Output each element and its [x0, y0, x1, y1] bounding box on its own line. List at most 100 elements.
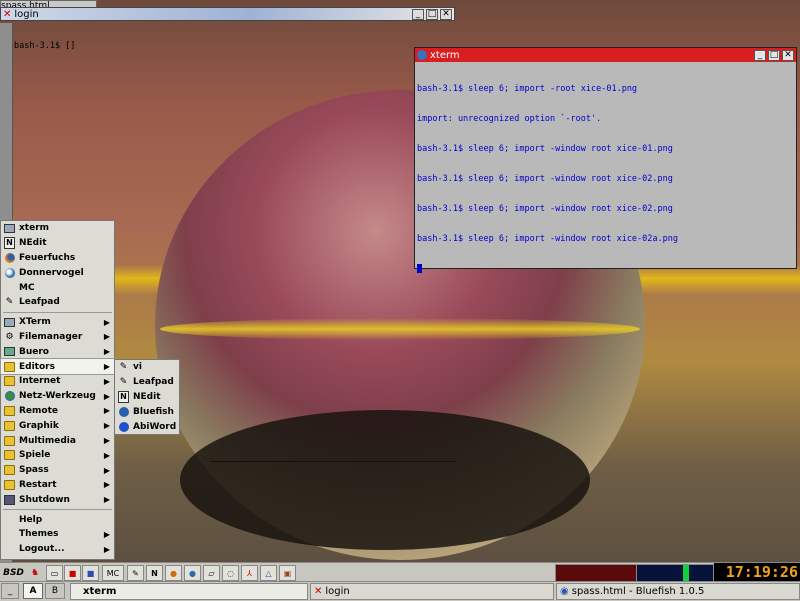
menu-item-logout[interactable]: Logout... ▶: [1, 542, 114, 557]
maximize-button[interactable]: □: [426, 8, 438, 20]
filemanager-icon[interactable]: ▱: [203, 565, 220, 581]
menu-item-label: Restart: [19, 479, 57, 490]
bluefish-icon: ◉: [560, 586, 569, 597]
task-xterm[interactable]: xterm: [70, 583, 308, 600]
folder-icon: [4, 465, 15, 476]
nedit-icon[interactable]: N: [146, 565, 163, 581]
task-login[interactable]: ✕ login: [310, 583, 554, 600]
menu-item-leafpad[interactable]: ✎ Leafpad: [1, 295, 114, 310]
terminal-line: bash-3.1$ sleep 6; import -window root x…: [417, 234, 678, 244]
nedit-icon: N: [4, 237, 15, 250]
submenu-arrow-icon: ▶: [103, 332, 110, 342]
menu-item-donnervogel[interactable]: Donnervogel: [1, 265, 114, 280]
login-titlebar[interactable]: ✕ login _ □ ✕: [0, 7, 455, 21]
menu-item-xterm[interactable]: XTerm ▶: [1, 315, 114, 330]
filemanager-icon: ⚙: [5, 331, 14, 342]
clock[interactable]: 17:19:26: [714, 563, 800, 582]
submenu-arrow-icon: ▶: [103, 347, 110, 357]
menu-item-multimedia[interactable]: Multimedia ▶: [1, 433, 114, 448]
minimize-button[interactable]: _: [754, 49, 766, 61]
menu-item-spiele[interactable]: Spiele ▶: [1, 448, 114, 463]
menu-item-label: vi: [133, 362, 142, 373]
thunderbird-icon[interactable]: ●: [184, 565, 201, 581]
menu-item-label: Remote: [19, 405, 59, 416]
abiword-icon: [118, 421, 129, 432]
firefox-icon[interactable]: ●: [165, 565, 182, 581]
terminal-line: bash-3.1$ sleep 6; import -window root x…: [417, 144, 673, 154]
menu-item-internet[interactable]: Internet ▶: [1, 374, 114, 389]
submenu-arrow-icon: ▶: [103, 376, 110, 386]
menu-item-label: Editors: [19, 361, 55, 372]
window-red-icon[interactable]: ■: [64, 565, 81, 581]
minimize-button[interactable]: _: [412, 8, 424, 20]
menu-item-vi[interactable]: ✎ vi: [115, 360, 179, 375]
menu-item-mc[interactable]: MC: [1, 280, 114, 295]
monitor-icon: [4, 223, 15, 234]
menu-item-themes[interactable]: Themes ▶: [1, 527, 114, 542]
bsd-daemon-icon: ♞: [30, 568, 40, 578]
submenu-arrow-icon: ▶: [103, 480, 110, 490]
menu-item-graphik[interactable]: Graphik ▶: [1, 418, 114, 433]
menu-item-nedit[interactable]: N NEdit: [115, 390, 179, 405]
close-button[interactable]: ✕: [440, 8, 452, 20]
close-button[interactable]: ✕: [782, 49, 794, 61]
menu-item-bluefish[interactable]: Bluefish: [115, 404, 179, 419]
terminal-line: bash-3.1$ []: [14, 41, 76, 51]
xterm-title: xterm: [430, 49, 460, 61]
leafpad-icon[interactable]: ✎: [127, 565, 144, 581]
submenu-arrow-icon: ▶: [103, 495, 110, 505]
drawing-icon[interactable]: △: [260, 565, 277, 581]
folder-icon: [4, 405, 15, 416]
task-bluefish[interactable]: ◉ spass.html - Bluefish 1.0.5: [556, 583, 800, 600]
folder-icon: [4, 376, 15, 387]
submenu-arrow-icon: ▶: [103, 317, 110, 327]
menu-item-buero[interactable]: Buero ▶: [1, 344, 114, 359]
terminal-cursor: [417, 264, 422, 273]
submenu-arrow-icon: ▶: [103, 362, 110, 372]
menu-item-shutdown[interactable]: Shutdown ▶: [1, 492, 114, 507]
menu-item-label: NEdit: [133, 391, 161, 402]
xterm-titlebar[interactable]: xterm _ □ ✕: [415, 48, 796, 62]
pdf-icon[interactable]: ⅄: [241, 565, 258, 581]
xterm-terminal[interactable]: bash-3.1$ sleep 6; import -root xice-01.…: [415, 62, 796, 298]
menu-item-feuerfuchs[interactable]: Feuerfuchs: [1, 251, 114, 266]
monitor-icon[interactable]: ▭: [46, 565, 63, 581]
menu-item-restart[interactable]: Restart ▶: [1, 478, 114, 493]
menu-item-spass[interactable]: Spass ▶: [1, 463, 114, 478]
terminal-line: bash-3.1$ sleep 6; import -root xice-01.…: [417, 84, 638, 94]
menu-item-filemanager[interactable]: ⚙ Filemanager ▶: [1, 330, 114, 345]
menu-item-label: Multimedia: [19, 435, 76, 446]
menu-item-editors[interactable]: Editors ▶: [0, 358, 115, 375]
maximize-button[interactable]: □: [768, 49, 780, 61]
window-blue-icon[interactable]: ■: [82, 565, 99, 581]
start-menu: xterm N NEdit Feuerfuchs Donnervogel MC ✎ Leafp…: [0, 220, 115, 560]
terminal-line: import: unrecognized option `-root'.: [417, 114, 602, 124]
mc-launcher[interactable]: MC: [102, 565, 124, 581]
chat-icon[interactable]: ◌: [222, 565, 239, 581]
terminal-line: bash-3.1$ sleep 6; import -window root x…: [417, 204, 673, 214]
show-desktop-button[interactable]: _: [1, 583, 19, 599]
folder-icon: [4, 435, 15, 446]
menu-item-label: XTerm: [19, 317, 51, 328]
menu-item-label: Spass: [19, 465, 49, 476]
workspace-b[interactable]: B: [45, 583, 65, 599]
workspace-a[interactable]: A: [23, 583, 43, 599]
menu-item-abiword[interactable]: AbiWord: [115, 419, 179, 434]
network-icon: [4, 391, 15, 402]
login-terminal[interactable]: bash-3.1$ []: [14, 21, 75, 71]
leafpad-icon: ✎: [5, 297, 14, 308]
bluefish-icon: [118, 406, 129, 417]
menu-item-leafpad[interactable]: ✎ Leafpad: [115, 375, 179, 390]
menu-item-label: Filemanager: [19, 331, 83, 342]
start-button[interactable]: BSD: [1, 565, 26, 581]
package-icon[interactable]: ▣: [279, 565, 296, 581]
menu-item-nedit[interactable]: N NEdit: [1, 236, 114, 251]
menu-item-label: xterm: [19, 223, 50, 234]
menu-separator: [3, 311, 112, 313]
menu-item-label: Feuerfuchs: [19, 252, 76, 263]
menu-item-help[interactable]: Help: [1, 512, 114, 527]
task-bluefish-label: spass.html - Bluefish 1.0.5: [571, 586, 705, 597]
menu-item-xterm[interactable]: xterm: [1, 221, 114, 236]
menu-item-netz-werkzeug[interactable]: Netz-Werkzeug ▶: [1, 389, 114, 404]
menu-item-remote[interactable]: Remote ▶: [1, 404, 114, 419]
